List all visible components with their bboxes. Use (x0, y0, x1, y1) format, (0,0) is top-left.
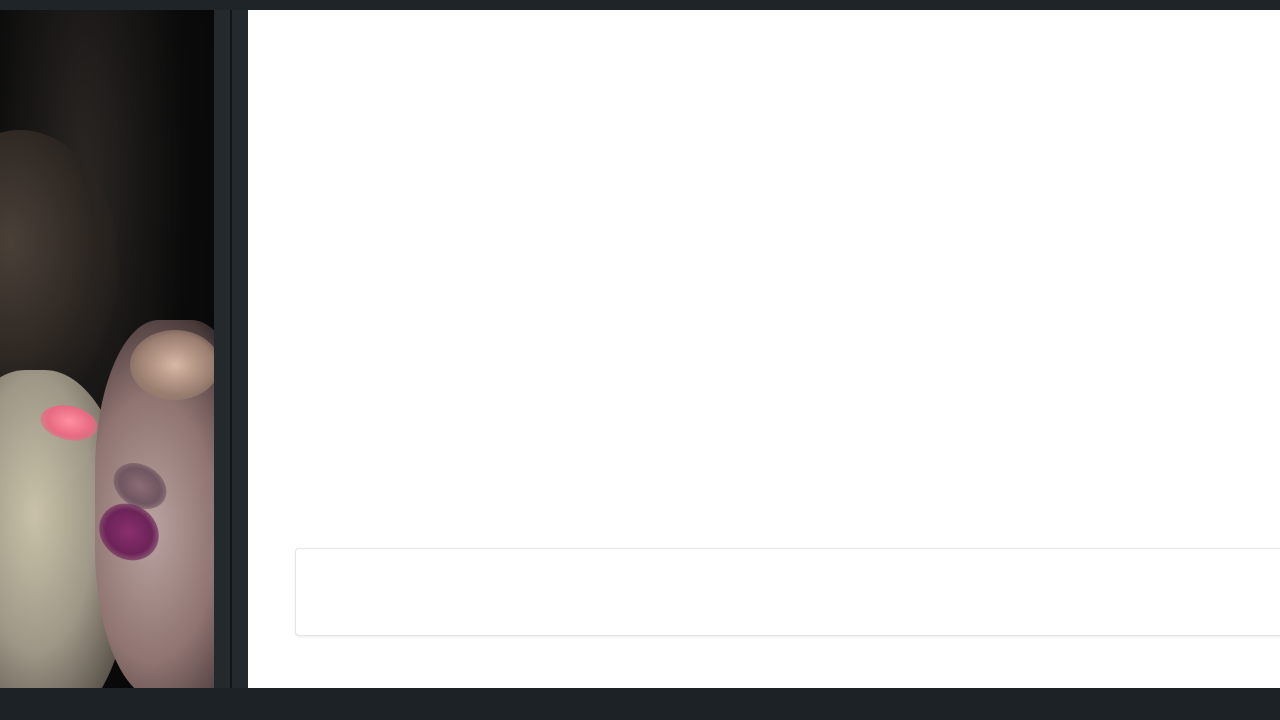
window-top-bar (0, 0, 1280, 10)
chat-panel (248, 10, 1280, 688)
chat-input[interactable] (295, 548, 1280, 636)
panel-resize-handle[interactable] (214, 10, 248, 688)
video-content-finger (130, 330, 214, 400)
webcam-video (0, 10, 214, 688)
window-bottom-bar (0, 688, 1280, 720)
chat-message-area (248, 10, 1280, 540)
video-content-face (0, 130, 120, 410)
resize-grip (230, 10, 232, 688)
